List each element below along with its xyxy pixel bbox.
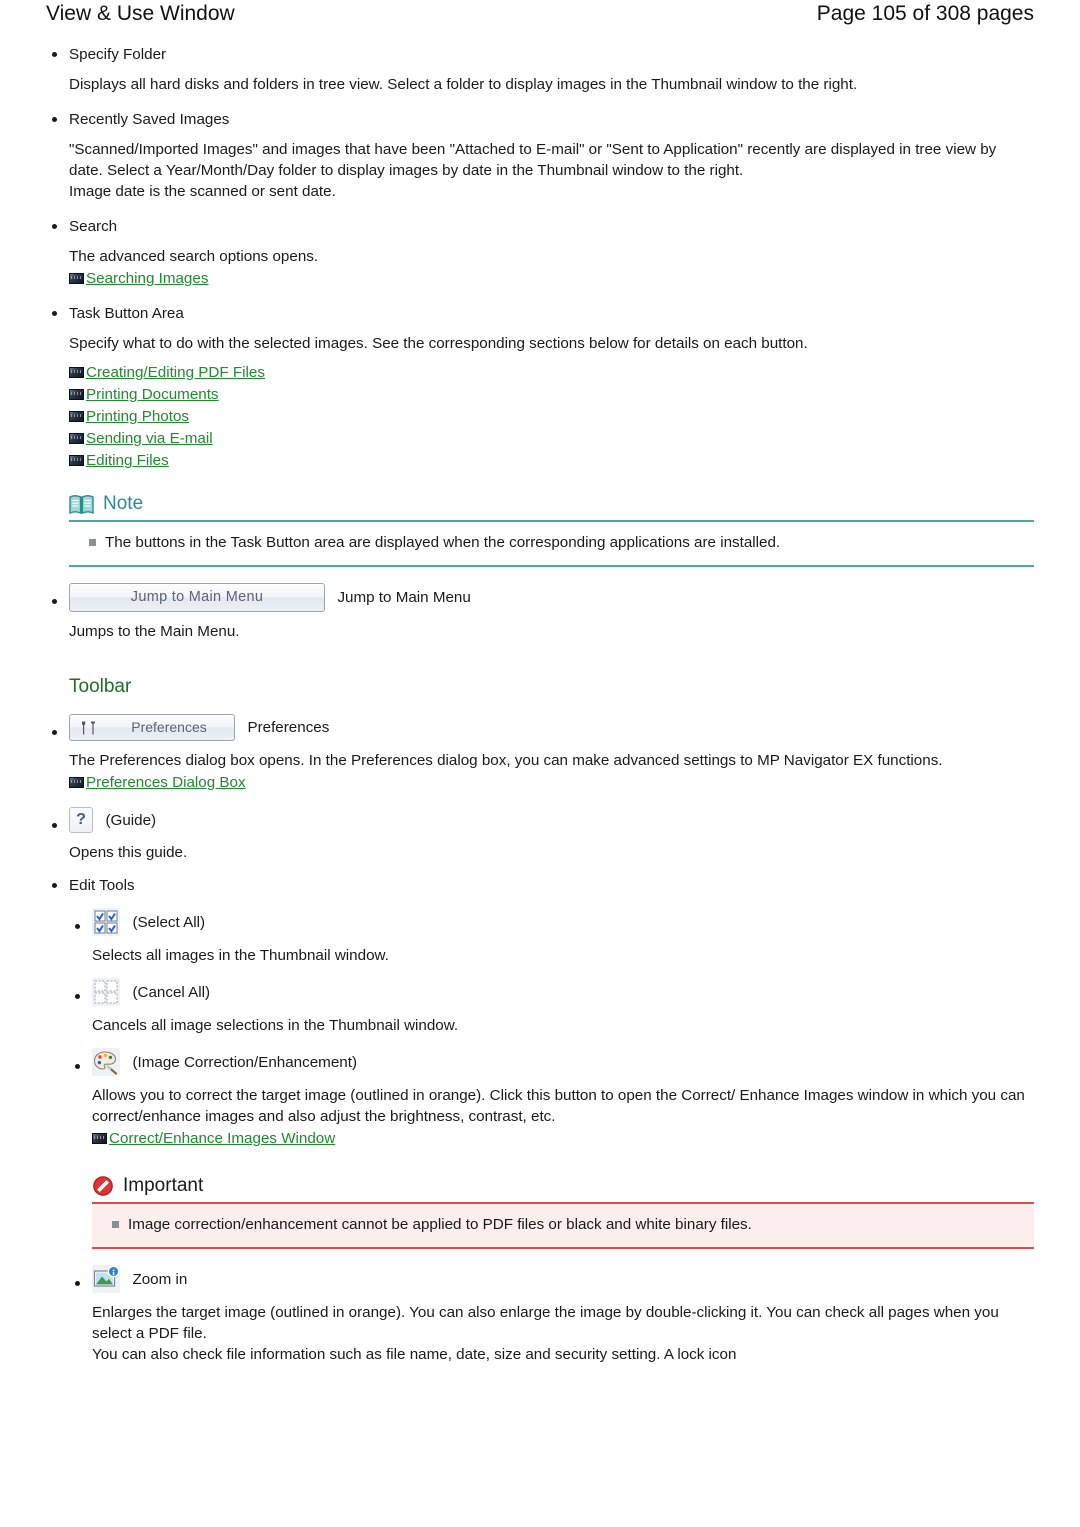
document-page: View & Use Window Page 105 of 308 pages …	[0, 0, 1080, 1527]
page-header: View & Use Window Page 105 of 308 pages	[46, 0, 1034, 36]
list-item-image-correction: (Image Correction/Enhancement)	[69, 1048, 1034, 1076]
specify-folder-label: Specify Folder	[69, 46, 167, 63]
guide-caption: (Guide)	[105, 811, 157, 829]
page-number: Page 105 of 308 pages	[816, 2, 1034, 25]
link-bullet-icon	[69, 433, 84, 444]
preferences-button-label: Preferences	[131, 719, 207, 735]
cancel-all-caption: (Cancel All)	[132, 983, 211, 1001]
list-item-edit-tools: Edit Tools	[46, 875, 1034, 896]
guide-body: Opens this guide.	[69, 844, 188, 861]
tools-icon	[82, 721, 95, 735]
link-editing-files[interactable]: Editing Files	[69, 450, 1034, 471]
jump-to-main-menu-button[interactable]: Jump to Main Menu	[69, 583, 325, 612]
list-item-search: Search	[46, 216, 1034, 237]
link-label: Correct/Enhance Images Window	[109, 1130, 336, 1147]
prohibition-icon	[93, 1176, 113, 1196]
list-item-guide: ? (Guide)	[46, 807, 1034, 833]
link-bullet-icon	[69, 777, 84, 788]
search-body: The advanced search options opens.	[69, 248, 319, 265]
link-label: Printing Documents	[86, 386, 219, 403]
link-label: Printing Photos	[86, 408, 189, 425]
note-header: Note	[69, 493, 1034, 520]
link-preferences-dialog-box[interactable]: Preferences Dialog Box	[69, 772, 1034, 793]
task-button-area-body: Specify what to do with the selected ima…	[69, 335, 808, 352]
list-item-recently-saved-images: Recently Saved Images	[46, 109, 1034, 130]
link-searching-images[interactable]: Searching Images	[69, 268, 1034, 289]
link-label: Editing Files	[86, 452, 169, 469]
link-bullet-icon	[69, 389, 84, 400]
recently-saved-label: Recently Saved Images	[69, 111, 230, 128]
palette-icon	[93, 1051, 118, 1075]
important-header: Important	[92, 1175, 1034, 1202]
link-bullet-icon	[69, 367, 84, 378]
list-item-task-button-area: Task Button Area	[46, 303, 1034, 324]
preferences-caption: Preferences	[247, 719, 330, 736]
task-button-links: Creating/Editing PDF Files Printing Docu…	[69, 362, 1034, 471]
link-label: Searching Images	[86, 270, 209, 287]
image-correction-button[interactable]	[92, 1048, 120, 1076]
select-all-icon	[94, 910, 118, 934]
image-correction-caption: (Image Correction/Enhancement)	[132, 1053, 357, 1071]
jump-to-main-menu-caption: Jump to Main Menu	[337, 589, 471, 606]
link-correct-enhance-images-window[interactable]: Correct/Enhance Images Window	[92, 1128, 1034, 1149]
important-item: Image correction/enhancement cannot be a…	[92, 1214, 1034, 1235]
list-item-cancel-all: (Cancel All)	[69, 978, 1034, 1006]
edit-tools-label: Edit Tools	[69, 877, 135, 894]
link-bullet-icon	[92, 1133, 107, 1144]
link-bullet-icon	[69, 411, 84, 422]
image-info-icon	[93, 1265, 120, 1287]
link-bullet-icon	[69, 273, 84, 284]
link-bullet-icon	[69, 455, 84, 466]
jump-to-main-menu-body: Jumps to the Main Menu.	[69, 623, 240, 640]
toolbar-heading: Toolbar	[69, 676, 132, 697]
zoom-in-button[interactable]	[92, 1265, 120, 1293]
open-book-icon	[69, 494, 94, 514]
cancel-all-button[interactable]	[92, 978, 120, 1006]
important-callout: Important Image correction/enhancement c…	[92, 1175, 1034, 1249]
list-item-jump-to-main-menu: Jump to Main Menu Jump to Main Menu	[46, 583, 1034, 612]
zoom-in-body-2: You can also check file information such…	[92, 1346, 737, 1363]
important-body: Image correction/enhancement cannot be a…	[92, 1204, 1034, 1249]
zoom-in-body: Enlarges the target image (outlined in o…	[92, 1304, 999, 1342]
select-all-caption: (Select All)	[132, 913, 206, 931]
list-item-specify-folder: Specify Folder	[46, 44, 1034, 65]
cancel-all-icon	[94, 980, 118, 1004]
specify-folder-body: Displays all hard disks and folders in t…	[69, 76, 858, 93]
link-label: Creating/Editing PDF Files	[86, 364, 265, 381]
link-printing-documents[interactable]: Printing Documents	[69, 384, 1034, 405]
question-mark-icon: ?	[76, 811, 86, 828]
recently-saved-body-2: Image date is the scanned or sent date.	[69, 183, 336, 200]
preferences-body: The Preferences dialog box opens. In the…	[69, 752, 943, 769]
task-button-area-label: Task Button Area	[69, 305, 184, 322]
link-label: Sending via E-mail	[86, 430, 213, 447]
link-printing-photos[interactable]: Printing Photos	[69, 406, 1034, 427]
list-item-select-all: (Select All)	[69, 908, 1034, 936]
link-label: Preferences Dialog Box	[86, 774, 246, 791]
link-sending-via-email[interactable]: Sending via E-mail	[69, 428, 1034, 449]
cancel-all-body: Cancels all image selections in the Thum…	[92, 1017, 459, 1034]
zoom-in-caption: Zoom in	[132, 1270, 188, 1288]
preferences-button[interactable]: Preferences	[69, 714, 235, 741]
note-body: The buttons in the Task Button area are …	[69, 522, 1034, 567]
select-all-button[interactable]	[92, 908, 120, 936]
important-title: Important	[123, 1175, 204, 1196]
recently-saved-body: "Scanned/Imported Images" and images tha…	[69, 141, 997, 179]
image-correction-body: Allows you to correct the target image (…	[92, 1087, 1025, 1125]
guide-button[interactable]: ?	[69, 807, 93, 833]
search-label: Search	[69, 218, 118, 235]
note-item: The buttons in the Task Button area are …	[69, 532, 1034, 553]
page-title: View & Use Window	[46, 2, 235, 25]
list-item-preferences: Preferences Preferences	[46, 714, 1034, 741]
note-callout: Note The buttons in the Task Button area…	[69, 493, 1034, 567]
list-item-zoom-in: Zoom in	[69, 1265, 1034, 1293]
select-all-body: Selects all images in the Thumbnail wind…	[92, 947, 389, 964]
link-creating-editing-pdf-files[interactable]: Creating/Editing PDF Files	[69, 362, 1034, 383]
note-title: Note	[103, 493, 144, 514]
